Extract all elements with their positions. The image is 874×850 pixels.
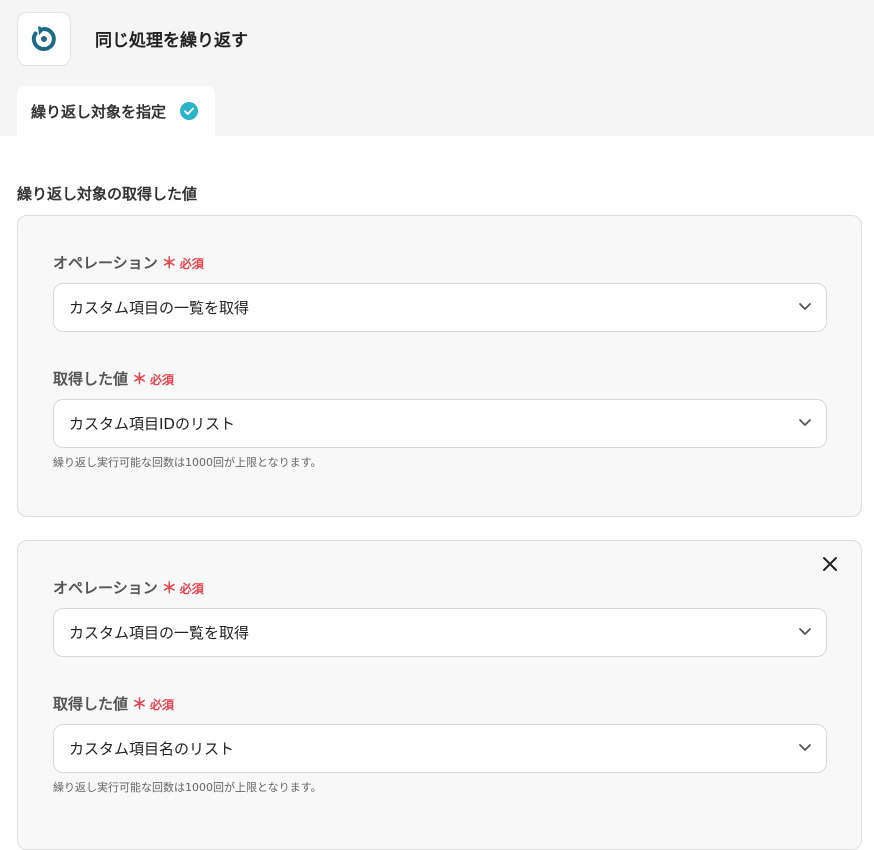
value-label-text: 取得した値 <box>53 370 129 388</box>
value-label: 取得した値 ＊ 必須 <box>53 693 174 714</box>
header: 同じ処理を繰り返す 繰り返し対象を指定 <box>0 0 874 136</box>
required-mark: ＊ <box>132 370 148 388</box>
repeat-target-card: オペレーション ＊ 必須 カスタム項目の一覧を取得 取得した値 ＊ 必須 カスタ… <box>17 215 862 517</box>
chevron-down-icon <box>799 744 811 751</box>
value-select-value: カスタム項目名のリスト <box>69 740 235 758</box>
chevron-down-icon <box>799 419 811 426</box>
required-mark: ＊ <box>132 695 148 713</box>
required-text: 必須 <box>179 582 204 596</box>
required-mark: ＊ <box>161 579 177 597</box>
required-text: 必須 <box>150 373 175 387</box>
limit-hint: 繰り返し実行可能な回数は1000回が上限となります。 <box>53 781 322 794</box>
section-title: 繰り返し対象の取得した値 <box>17 185 198 203</box>
check-circle-icon <box>180 102 199 120</box>
required-mark: ＊ <box>161 254 177 272</box>
value-label-text: 取得した値 <box>53 695 129 713</box>
operation-select[interactable]: カスタム項目の一覧を取得 <box>53 608 827 657</box>
operation-label: オペレーション ＊ 必須 <box>53 252 204 273</box>
value-select-value: カスタム項目IDのリスト <box>69 415 235 433</box>
page-title: 同じ処理を繰り返す <box>95 31 248 51</box>
value-select[interactable]: カスタム項目IDのリスト <box>53 399 827 448</box>
operation-label-text: オペレーション <box>53 579 158 597</box>
operation-select-value: カスタム項目の一覧を取得 <box>69 299 250 317</box>
operation-select[interactable]: カスタム項目の一覧を取得 <box>53 283 827 332</box>
chevron-down-icon <box>799 303 811 310</box>
repeat-target-card: オペレーション ＊ 必須 カスタム項目の一覧を取得 取得した値 ＊ 必須 カスタ… <box>17 540 862 850</box>
required-text: 必須 <box>150 698 175 712</box>
close-icon[interactable] <box>821 555 839 573</box>
value-label: 取得した値 ＊ 必須 <box>53 368 174 389</box>
limit-hint: 繰り返し実行可能な回数は1000回が上限となります。 <box>53 456 322 469</box>
operation-select-value: カスタム項目の一覧を取得 <box>69 624 250 642</box>
app-icon-tile <box>17 12 71 66</box>
chevron-down-icon <box>799 628 811 635</box>
tab-target-settings[interactable]: 繰り返し対象を指定 <box>17 86 215 136</box>
operation-label-text: オペレーション <box>53 254 158 272</box>
repeat-icon <box>31 26 56 51</box>
tab-label: 繰り返し対象を指定 <box>31 102 167 121</box>
value-select[interactable]: カスタム項目名のリスト <box>53 724 827 773</box>
required-text: 必須 <box>179 257 204 271</box>
operation-label: オペレーション ＊ 必須 <box>53 577 204 598</box>
